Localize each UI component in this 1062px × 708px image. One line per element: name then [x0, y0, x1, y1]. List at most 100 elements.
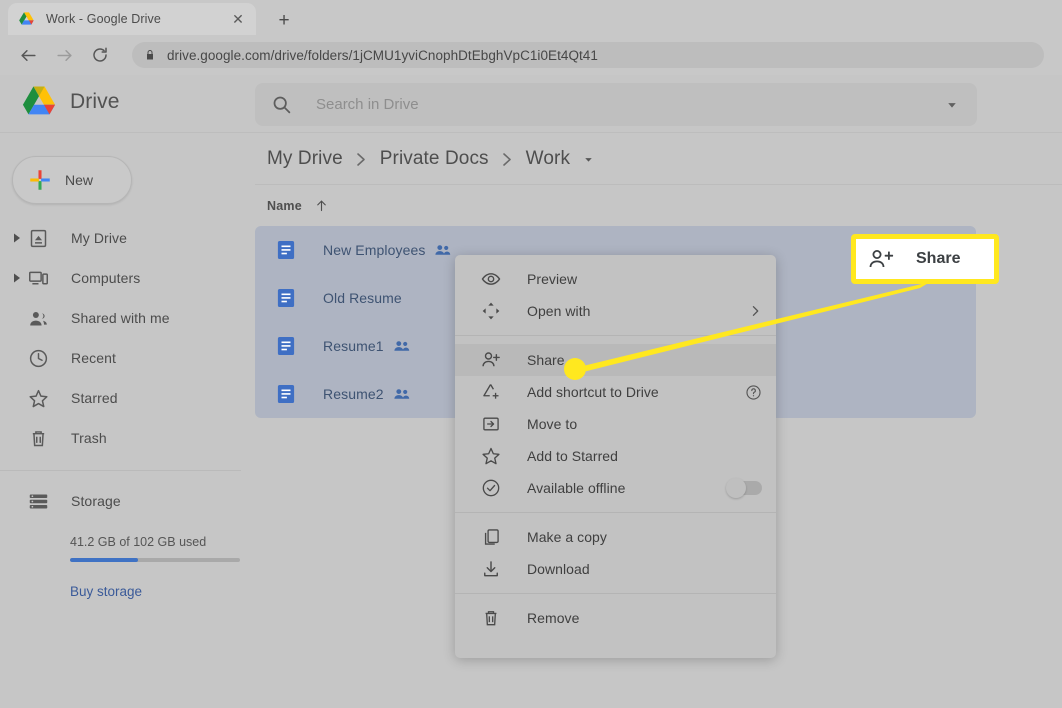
shared-people-icon — [435, 245, 451, 255]
menu-item-remove[interactable]: Remove — [455, 602, 776, 634]
breadcrumb-item-private-docs[interactable]: Private Docs — [380, 148, 489, 170]
buy-storage-link[interactable]: Buy storage — [70, 584, 142, 599]
people-icon — [30, 311, 47, 325]
forward-icon[interactable] — [50, 41, 78, 69]
callout-label: Share — [916, 250, 961, 267]
browser-chrome: Work - Google Drive ✕ + drive.google.com… — [0, 0, 1062, 75]
url-text: drive.google.com/drive/folders/1jCMU1yvi… — [167, 47, 598, 63]
storage-progress-fill — [70, 558, 138, 562]
eye-icon — [481, 273, 501, 285]
menu-item-add-shortcut-to-drive[interactable]: Add shortcut to Drive — [455, 376, 776, 408]
shortcut-icon — [483, 384, 499, 399]
file-name[interactable]: Resume2 — [323, 386, 384, 402]
chevron-down-icon[interactable] — [943, 96, 961, 114]
menu-item-label: Move to — [527, 416, 578, 432]
sidebar-item-computers[interactable]: Computers — [0, 258, 240, 298]
sidebar-item-shared-with-me[interactable]: Shared with me — [0, 298, 240, 338]
storage-icon — [29, 494, 48, 508]
sidebar-item-label: Recent — [71, 350, 116, 366]
browser-toolbar: drive.google.com/drive/folders/1jCMU1yvi… — [0, 35, 1062, 75]
file-name[interactable]: New Employees — [323, 242, 425, 258]
context-menu: Preview Open with Share Add shortcut to … — [455, 255, 776, 658]
star-icon — [29, 389, 48, 407]
offline-toggle-wrap[interactable] — [726, 478, 762, 498]
sidebar-item-storage[interactable]: Storage — [0, 481, 240, 521]
menu-item-make-a-copy[interactable]: Make a copy — [455, 521, 776, 553]
menu-item-add-to-starred[interactable]: Add to Starred — [455, 440, 776, 472]
menu-item-label: Add to Starred — [527, 448, 618, 464]
reload-icon[interactable] — [86, 41, 114, 69]
sidebar-item-label: Trash — [71, 430, 107, 446]
sidebar-item-starred[interactable]: Starred — [0, 378, 240, 418]
menu-divider — [455, 335, 776, 336]
storage-progress-bar — [70, 558, 240, 562]
screen: Work - Google Drive ✕ + drive.google.com… — [0, 0, 1062, 708]
close-icon[interactable]: ✕ — [230, 11, 246, 27]
menu-item-share[interactable]: Share — [455, 344, 776, 376]
menu-item-move-to[interactable]: Move to — [455, 408, 776, 440]
sidebar-nav: My Drive Computers Shared with me Recent… — [0, 218, 255, 601]
new-button[interactable]: New — [12, 156, 132, 204]
sidebar-item-trash[interactable]: Trash — [0, 418, 240, 458]
menu-item-label: Share — [527, 352, 565, 368]
search-icon — [273, 96, 291, 114]
plus-icon — [30, 170, 50, 190]
arrow-up-icon[interactable] — [314, 198, 329, 213]
trash-icon — [485, 611, 497, 626]
google-docs-icon — [277, 337, 295, 355]
column-header-name[interactable]: Name — [267, 199, 302, 213]
help-indicator[interactable] — [745, 384, 762, 401]
help-icon[interactable] — [745, 384, 762, 401]
sidebar-item-label: Computers — [71, 270, 141, 286]
new-tab-button[interactable]: + — [272, 8, 296, 32]
open-with-icon — [482, 302, 500, 320]
menu-divider — [455, 593, 776, 594]
sidebar-item-label: My Drive — [71, 230, 128, 246]
google-drive-favicon — [19, 12, 34, 25]
menu-item-open-with[interactable]: Open with — [455, 295, 776, 327]
offline-check-icon — [482, 479, 500, 497]
shared-people-icon — [394, 389, 409, 399]
trash-icon — [32, 430, 45, 446]
breadcrumb: My Drive Private Docs Work — [255, 134, 1062, 184]
menu-item-label: Add shortcut to Drive — [527, 384, 659, 400]
chevron-right-icon[interactable] — [12, 273, 22, 283]
menu-item-preview[interactable]: Preview — [455, 263, 776, 295]
offline-toggle[interactable] — [726, 478, 762, 498]
chevron-right-icon — [752, 306, 759, 316]
menu-item-download[interactable]: Download — [455, 553, 776, 585]
chevron-right-icon[interactable] — [12, 233, 22, 243]
drive-icon — [30, 229, 47, 247]
drive-brand[interactable]: Drive — [20, 85, 120, 119]
breadcrumb-item-work[interactable]: Work — [526, 148, 570, 170]
sidebar-item-my-drive[interactable]: My Drive — [0, 218, 240, 258]
tab-strip: Work - Google Drive ✕ + — [0, 0, 1062, 35]
menu-item-label: Open with — [527, 303, 591, 319]
download-icon — [484, 561, 498, 577]
person-add-icon — [869, 250, 894, 268]
computer-icon — [29, 271, 48, 284]
storage-usage-text: 41.2 GB of 102 GB used — [70, 535, 207, 549]
shared-people-icon — [394, 341, 409, 351]
menu-item-available-offline[interactable]: Available offline — [455, 472, 776, 504]
browser-tab[interactable]: Work - Google Drive ✕ — [8, 3, 256, 35]
menu-divider — [455, 512, 776, 513]
chevron-down-icon[interactable] — [582, 153, 595, 166]
search-input[interactable]: Search in Drive — [316, 96, 943, 113]
breadcrumb-separator — [502, 152, 513, 167]
google-docs-icon — [277, 289, 295, 307]
back-icon[interactable] — [14, 41, 42, 69]
file-name[interactable]: Resume1 — [323, 338, 384, 354]
address-bar[interactable]: drive.google.com/drive/folders/1jCMU1yvi… — [132, 42, 1044, 68]
file-list-header: Name — [255, 184, 1062, 226]
search-bar[interactable]: Search in Drive — [255, 83, 977, 126]
google-drive-logo-icon — [22, 86, 56, 115]
menu-item-label: Make a copy — [527, 529, 607, 545]
sidebar-item-recent[interactable]: Recent — [0, 338, 240, 378]
breadcrumb-item-my-drive[interactable]: My Drive — [267, 148, 343, 170]
file-name[interactable]: Old Resume — [323, 290, 402, 306]
menu-item-label: Remove — [527, 610, 580, 626]
move-to-icon — [483, 417, 499, 431]
google-docs-icon — [277, 241, 295, 259]
sidebar-item-label: Storage — [71, 493, 121, 509]
